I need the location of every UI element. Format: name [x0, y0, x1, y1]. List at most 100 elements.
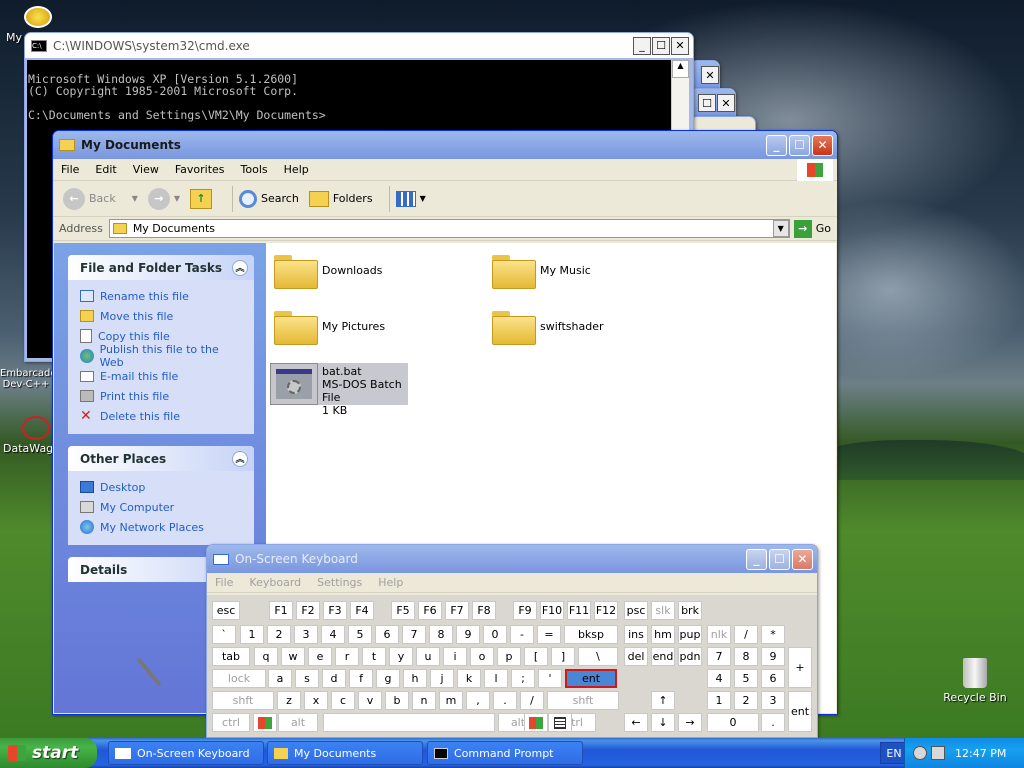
collapse-chevron-icon[interactable]: ︽ [232, 259, 248, 276]
key-i[interactable]: i [443, 647, 467, 666]
key-0[interactable]: 0 [483, 625, 507, 644]
key-F12[interactable]: F12 [594, 601, 618, 620]
menu-file[interactable]: File [53, 163, 87, 176]
key-a[interactable]: a [268, 669, 292, 688]
task-rename[interactable]: Rename this file [80, 286, 242, 306]
go-button[interactable]: → Go [793, 219, 831, 238]
key-pdn[interactable]: pdn [678, 647, 702, 666]
key-F6[interactable]: F6 [418, 601, 442, 620]
key-F8[interactable]: F8 [472, 601, 496, 620]
key-sym4-10[interactable]: / [520, 691, 544, 710]
maximize-icon[interactable]: ☐ [652, 36, 670, 55]
key-sym1-18[interactable]: / [734, 625, 758, 644]
osk-menu-settings[interactable]: Settings [309, 576, 370, 589]
key-F1[interactable]: F1 [269, 601, 293, 620]
key-slk[interactable]: slk [651, 601, 675, 620]
key-7[interactable]: 7 [402, 625, 426, 644]
key-ctrl[interactable]: ctrl [212, 713, 250, 732]
panel-header[interactable]: Other Places ︽ [68, 446, 254, 471]
key-F3[interactable]: F3 [323, 601, 347, 620]
key-8[interactable]: 8 [429, 625, 453, 644]
views-button[interactable]: ▼ [395, 190, 426, 207]
key-q[interactable]: q [254, 647, 278, 666]
key-t[interactable]: t [362, 647, 386, 666]
key-tab[interactable]: tab [212, 647, 250, 666]
osk-menu-keyboard[interactable]: Keyboard [241, 576, 309, 589]
osk-menu-help[interactable]: Help [370, 576, 411, 589]
key-ent[interactable]: ent [565, 669, 617, 688]
place-desktop[interactable]: Desktop [80, 477, 242, 497]
key-space[interactable] [323, 713, 495, 732]
key-sym2-12[interactable]: ] [551, 647, 575, 666]
scroll-up-icon[interactable]: ▲ [672, 60, 689, 78]
key-b[interactable]: b [385, 691, 409, 710]
key-sym1-19[interactable]: * [761, 625, 785, 644]
maximize-icon[interactable]: ☐ [789, 134, 810, 156]
maximize-icon[interactable]: ☐ [769, 548, 790, 570]
key-sym5-6[interactable]: ↓ [651, 713, 675, 732]
chevron-down-icon[interactable]: ▼ [420, 194, 426, 203]
menu-key-icon[interactable] [548, 713, 572, 732]
task-publish[interactable]: Publish this file to the Web [80, 343, 242, 369]
panel-header[interactable]: File and Folder Tasks ︽ [68, 255, 254, 280]
osk-titlebar[interactable]: On-Screen Keyboard _ ☐ ✕ [207, 545, 817, 573]
key-o[interactable]: o [470, 647, 494, 666]
desktop-icon-devcpp[interactable]: Embarcadero Dev-C++ [0, 368, 67, 390]
key-sym4-8[interactable]: , [466, 691, 490, 710]
key-sym2-13[interactable]: \ [578, 647, 618, 666]
key-sym1-0[interactable]: ` [212, 625, 236, 644]
key-sym1-12[interactable]: = [537, 625, 561, 644]
menu-view[interactable]: View [125, 163, 167, 176]
minimize-icon[interactable]: _ [746, 548, 767, 570]
key-w[interactable]: w [281, 647, 305, 666]
windows-key-icon[interactable] [524, 713, 548, 732]
close-icon[interactable]: ✕ [717, 94, 735, 112]
folder-item-swiftshader[interactable]: swiftshader [492, 309, 604, 345]
desktop-icon-datawago[interactable]: DataWago [0, 416, 60, 455]
key-ent[interactable]: ent [788, 691, 812, 732]
key-f[interactable]: f [349, 669, 373, 688]
chevron-down-icon[interactable]: ▼ [772, 220, 789, 237]
chevron-down-icon[interactable]: ▼ [132, 194, 138, 203]
task-delete[interactable]: ✕ Delete this file [80, 406, 242, 426]
key-F7[interactable]: F7 [445, 601, 469, 620]
key-g[interactable]: g [376, 669, 400, 688]
start-button[interactable]: start [0, 738, 97, 768]
key-z[interactable]: z [277, 691, 301, 710]
key-c[interactable]: c [331, 691, 355, 710]
search-button[interactable]: Search [239, 189, 299, 208]
key-1[interactable]: 1 [240, 625, 264, 644]
chevron-down-icon[interactable]: ▼ [174, 194, 180, 203]
maximize-icon[interactable]: ☐ [698, 94, 716, 112]
back-button[interactable]: ← Back ▼ [63, 187, 138, 210]
folder-item-my-music[interactable]: My Music [492, 253, 591, 289]
file-item-bat[interactable]: bat.bat MS-DOS Batch File 1 KB [270, 363, 412, 417]
key-sym4-12[interactable]: ↑ [651, 691, 675, 710]
key-7[interactable]: 7 [707, 647, 731, 666]
key-6[interactable]: 6 [761, 669, 785, 688]
key-ins[interactable]: ins [624, 625, 648, 644]
key-m[interactable]: m [439, 691, 463, 710]
key-F4[interactable]: F4 [350, 601, 374, 620]
key-4[interactable]: 4 [707, 669, 731, 688]
taskbar-item-command-prompt[interactable]: Command Prompt [427, 741, 583, 765]
key-psc[interactable]: psc [624, 601, 648, 620]
folders-button[interactable]: Folders [308, 190, 373, 207]
key-n[interactable]: n [412, 691, 436, 710]
key-F9[interactable]: F9 [513, 601, 537, 620]
key-sym2-11[interactable]: [ [524, 647, 548, 666]
key-5[interactable]: 5 [348, 625, 372, 644]
key-6[interactable]: 6 [375, 625, 399, 644]
task-email[interactable]: E-mail this file [80, 366, 242, 386]
key-8[interactable]: 8 [734, 647, 758, 666]
key-F10[interactable]: F10 [540, 601, 564, 620]
key-0[interactable]: 0 [707, 713, 759, 732]
cmd-titlebar[interactable]: C:\ C:\WINDOWS\system32\cmd.exe _ ☐ ✕ [25, 33, 693, 58]
key-F11[interactable]: F11 [567, 601, 591, 620]
key-v[interactable]: v [358, 691, 382, 710]
key-9[interactable]: 9 [761, 647, 785, 666]
key-shft[interactable]: shft [547, 691, 619, 710]
key-h[interactable]: h [403, 669, 427, 688]
tray-network-icon[interactable] [913, 746, 927, 760]
key-y[interactable]: y [389, 647, 413, 666]
